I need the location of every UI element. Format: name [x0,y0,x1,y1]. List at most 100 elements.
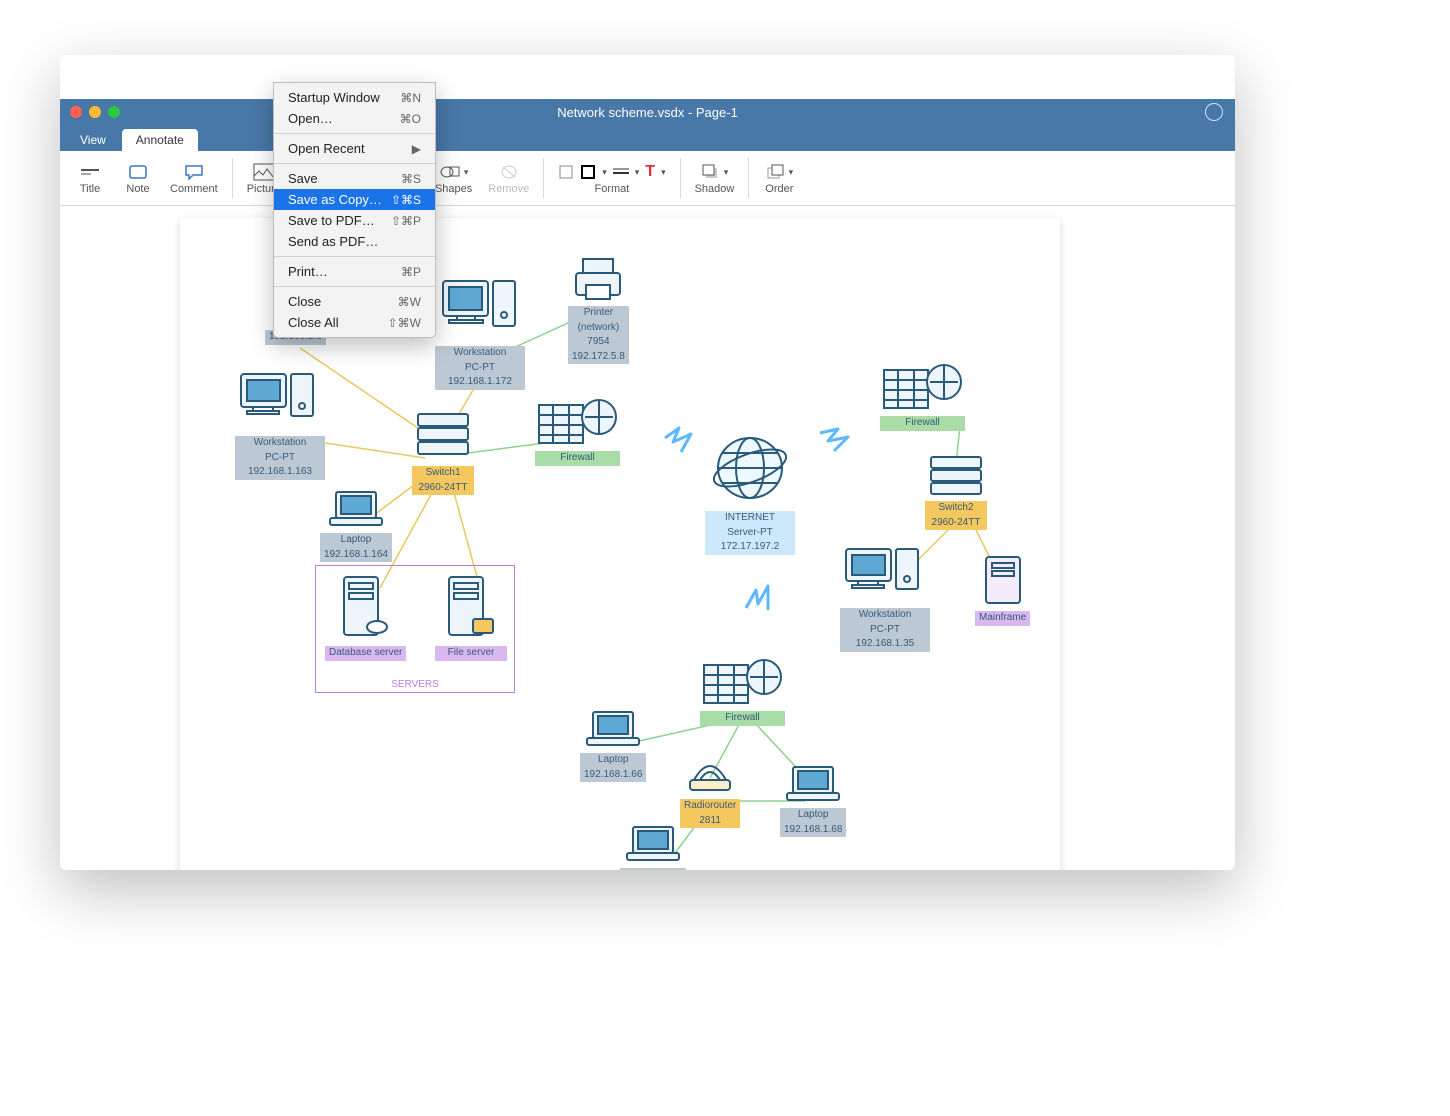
mi-shortcut: ⌘P [401,265,421,279]
label: 192.168.1.164 [320,548,392,563]
tb-shadow[interactable]: ▾Shadow [689,154,741,202]
tb-order[interactable]: ▾Order [757,154,801,202]
label: (network) [568,321,629,336]
mi-save-as-copy[interactable]: Save as Copy… ⇧⌘S [274,189,435,210]
mi-label: Save [288,171,318,186]
zoom-icon[interactable] [108,106,120,118]
tb-order-label: Order [765,183,793,195]
node-firewall2: Firewall [880,358,965,431]
label: Database server [325,646,406,661]
mi-startup-window[interactable]: Startup Window⌘N [274,87,435,108]
node-firewall1: Firewall [535,393,620,466]
label: 2960-24TT [412,481,474,496]
node-printer: Printer (network) 7954 192.172.5.8 [568,253,629,364]
label: File server [435,646,507,661]
toolbar-sep [232,158,233,198]
mi-label: Save as Copy… [288,192,382,207]
label: Laptop [780,808,846,823]
label: Switch2 [925,501,987,516]
label: Mainframe [975,611,1030,626]
label: Workstation [840,608,930,623]
label: Radiorouter [680,799,740,814]
label: 192.168.1.163 [235,465,325,480]
mi-close-all[interactable]: Close All ⇧⌘W [274,312,435,333]
label: 192.168.1.68 [780,823,846,838]
tb-format[interactable]: ▾ ▾ T▾ Format [552,154,671,202]
label: Firewall [700,711,785,726]
app-window: Network scheme.vsdx - Page-1 View Annota… [60,55,1235,870]
toolbar-sep [543,158,544,198]
mi-shortcut: ⌘O [400,112,421,126]
label: 192.168.1.35 [840,637,930,652]
label: Switch1 [412,466,474,481]
label: 192.168.1.172 [435,375,525,390]
label: 172.17.197.2 [705,540,795,555]
node-file-server: File server [435,573,507,661]
node-switch1: Switch1 2960-24TT [412,408,474,495]
mi-print[interactable]: Print… ⌘P [274,261,435,282]
node-db-server: Database server [325,573,406,661]
node-workstation-right: Workstation PC-PT 192.168.1.35 [840,543,930,652]
tb-note-label: Note [126,183,149,195]
mi-label: Print… [288,264,328,279]
mi-label: Startup Window [288,90,380,105]
toolbar-sep [680,158,681,198]
tab-annotate[interactable]: Annotate [122,129,198,151]
tb-note[interactable]: Note [116,154,160,202]
mi-label: Save to PDF… [288,213,375,228]
mi-open-recent[interactable]: Open Recent ▶ [274,138,435,159]
chevron-right-icon: ▶ [412,142,421,156]
canvas[interactable]: SERVERS 192.168.2.8 Workstation PC-PT 19… [60,206,1235,870]
mi-close[interactable]: Close⌘W [274,291,435,312]
label: Server-PT [705,526,795,541]
feedback-icon[interactable] [1205,103,1223,121]
label: PC-PT [840,623,930,638]
mi-shortcut: ⇧⌘S [391,193,421,207]
tabs-row: View Annotate [60,125,1235,151]
mi-open[interactable]: Open…⌘O [274,108,435,129]
node-radiorouter: Radiorouter 2811 [680,758,740,828]
mi-shortcut: ⌘S [401,172,421,186]
node-firewall3: Firewall [700,653,785,726]
tb-format-label: Format [594,183,629,195]
label: 2960-24TT [925,516,987,531]
tb-remove[interactable]: Remove [482,154,535,202]
file-menu-dropdown: Startup Window⌘N Open…⌘O Open Recent ▶ Sa… [273,82,436,338]
mi-save-to-pdf[interactable]: Save to PDF… ⇧⌘P [274,210,435,231]
label: Workstation [235,436,325,451]
label: Printer [568,306,629,321]
tb-comment-label: Comment [170,183,218,195]
node-laptop1: Laptop 192.168.1.164 [320,488,392,562]
label: Workstation [435,346,525,361]
node-laptop2: Laptop 192.168.1.66 [580,708,646,782]
tb-shapes[interactable]: ▾Shapes [429,154,478,202]
label: Firewall [535,451,620,466]
label: PC-PT [235,451,325,466]
close-icon[interactable] [70,106,82,118]
tb-comment[interactable]: Comment [164,154,224,202]
label: 192.168.1.66 [580,768,646,783]
node-laptop3: Laptop 192.168.1.68 [780,763,846,837]
node-laptop4: Laptop 192.168.1.67 [620,823,686,870]
label: Laptop [580,753,646,768]
mi-label: Open Recent [288,141,365,156]
tb-shapes-label: Shapes [435,183,472,195]
label: Laptop [320,533,392,548]
mi-save[interactable]: Save ⌘S [274,168,435,189]
mi-label: Close All [288,315,339,330]
tb-title[interactable]: Title [68,154,112,202]
label: Laptop [620,868,686,870]
node-switch2: Switch2 2960-24TT [925,453,987,530]
mi-label: Close [288,294,321,309]
mi-shortcut: ⇧⌘W [388,316,421,330]
minimize-icon[interactable] [89,106,101,118]
titlebar: Network scheme.vsdx - Page-1 [60,99,1235,125]
mi-send-as-pdf[interactable]: Send as PDF… [274,231,435,252]
toolbar-sep [748,158,749,198]
tab-view[interactable]: View [66,129,120,151]
label: 2811 [680,814,740,829]
mi-shortcut: ⇧⌘P [391,214,421,228]
label: PC-PT [435,361,525,376]
label: Firewall [880,416,965,431]
traffic-lights[interactable] [70,106,120,118]
